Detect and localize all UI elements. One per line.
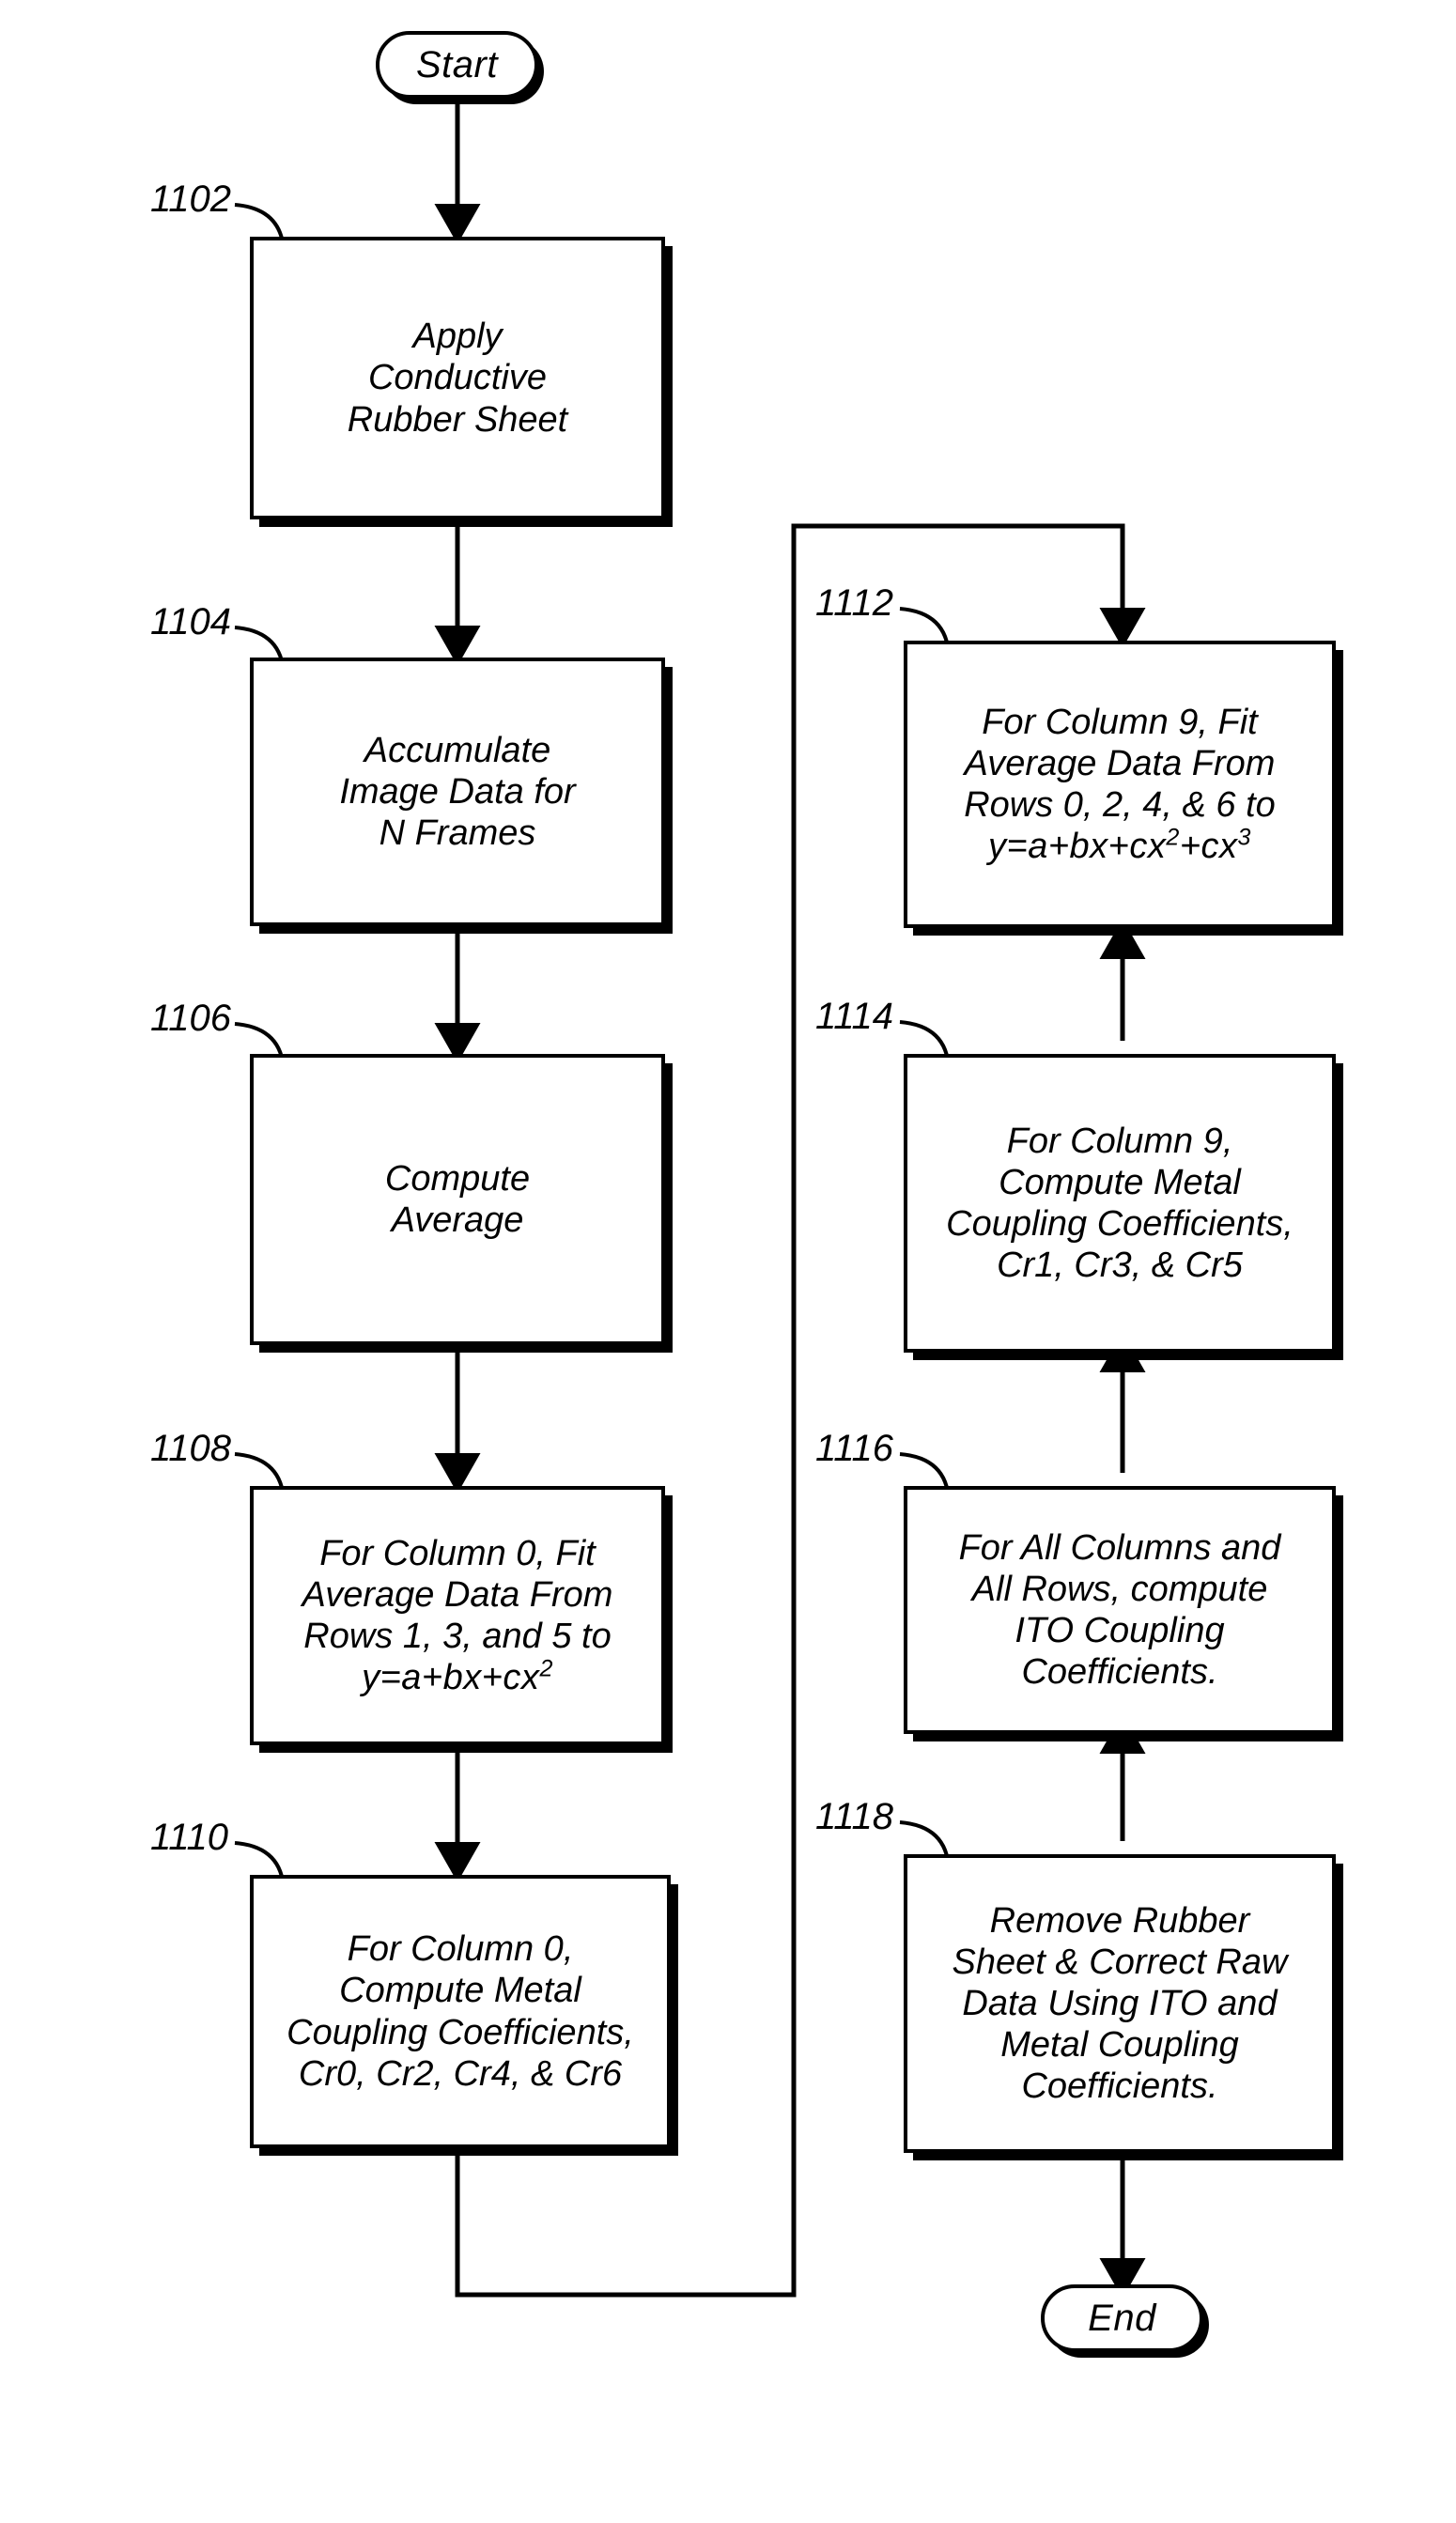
process-box-1106: Compute Average	[250, 1054, 665, 1345]
process-box-1102-label: Apply Conductive Rubber Sheet	[347, 317, 568, 440]
process-box-1116: For All Columns and All Rows, compute IT…	[904, 1486, 1336, 1734]
reference-numeral-1118: 1118	[815, 1796, 894, 1837]
process-box-1114-label: For Column 9, Compute Metal Coupling Coe…	[946, 1121, 1293, 1286]
terminator-start: Start	[376, 31, 538, 99]
process-box-1112: For Column 9, Fit Average Data From Rows…	[904, 641, 1336, 928]
process-box-1108: For Column 0, Fit Average Data From Rows…	[250, 1486, 665, 1745]
process-box-1116-label: For All Columns and All Rows, compute IT…	[958, 1527, 1281, 1693]
process-box-1114: For Column 9, Compute Metal Coupling Coe…	[904, 1054, 1336, 1353]
figure-canvas: Start End Apply Conductive Rubber Sheet …	[0, 0, 1456, 2523]
terminator-end-label: End	[1088, 2297, 1156, 2339]
process-box-1106-label: Compute Average	[384, 1158, 531, 1240]
process-box-1110-label: For Column 0, Compute Metal Coupling Coe…	[287, 1929, 634, 2094]
reference-numeral-1112: 1112	[815, 582, 894, 624]
reference-numeral-1116: 1116	[815, 1428, 894, 1469]
terminator-end: End	[1041, 2284, 1203, 2352]
process-box-1112-formula: y=a+bx+cx2+cx3	[988, 824, 1251, 867]
process-box-1112-label: For Column 9, Fit Average Data From Rows…	[964, 702, 1276, 825]
reference-numeral-1114: 1114	[815, 996, 894, 1037]
reference-numeral-1104: 1104	[150, 601, 232, 642]
process-box-1118: Remove Rubber Sheet & Correct Raw Data U…	[904, 1854, 1336, 2153]
process-box-1108-formula: y=a+bx+cx2	[362, 1655, 553, 1698]
process-box-1108-label: For Column 0, Fit Average Data From Rows…	[302, 1533, 613, 1656]
process-box-1110: For Column 0, Compute Metal Coupling Coe…	[250, 1875, 671, 2148]
process-box-1118-label: Remove Rubber Sheet & Correct Raw Data U…	[952, 1900, 1288, 2107]
process-box-1104: Accumulate Image Data for N Frames	[250, 658, 665, 926]
process-box-1102: Apply Conductive Rubber Sheet	[250, 237, 665, 519]
reference-numeral-1106: 1106	[150, 998, 232, 1039]
reference-numeral-1102: 1102	[150, 178, 232, 220]
process-box-1104-label: Accumulate Image Data for N Frames	[339, 730, 576, 854]
reference-numeral-1110: 1110	[150, 1817, 229, 1858]
reference-numeral-1108: 1108	[150, 1428, 232, 1469]
terminator-start-label: Start	[416, 43, 498, 85]
